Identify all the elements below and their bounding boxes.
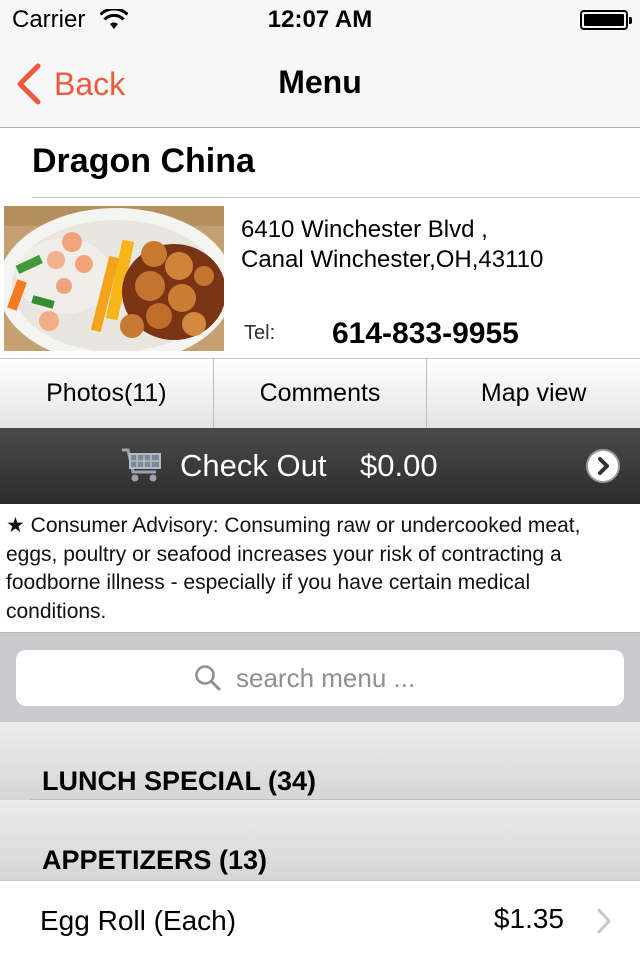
chevron-right-icon: [597, 908, 611, 934]
checkout-label: Check Out: [180, 448, 327, 483]
divider: [32, 197, 640, 198]
tab-photos[interactable]: Photos(11): [0, 359, 214, 428]
address-line-1: 6410 Winchester Blvd ,: [241, 216, 488, 243]
restaurant-name: Dragon China: [32, 142, 255, 180]
tab-map-view[interactable]: Map view: [427, 359, 640, 428]
phone-number-link[interactable]: 614-833-9955: [332, 317, 519, 351]
restaurant-photo[interactable]: [4, 206, 224, 351]
checkout-button[interactable]: Check Out $0.00: [0, 428, 640, 504]
info-tabs: Photos(11) Comments Map view: [0, 358, 640, 428]
tab-comments[interactable]: Comments: [214, 359, 428, 428]
search-icon: [195, 665, 221, 691]
section-label: APPETIZERS (13): [42, 845, 268, 875]
menu-item-price: $1.35: [493, 903, 564, 934]
navigation-bar: Back Menu: [0, 40, 640, 128]
chevron-right-circle-icon: [586, 449, 620, 483]
search-input[interactable]: [236, 662, 446, 694]
food-dish-image: [4, 206, 224, 351]
battery-icon: [580, 10, 632, 30]
search-bar: [0, 632, 640, 722]
section-appetizers[interactable]: APPETIZERS (13): [0, 800, 640, 880]
consumer-advisory: ★ Consumer Advisory: Consuming raw or un…: [6, 514, 581, 623]
page-title: Menu: [278, 64, 362, 100]
checkout-amount: $0.00: [360, 448, 438, 483]
section-label: LUNCH SPECIAL (34): [42, 766, 317, 796]
menu-item-name: Egg Roll (Each): [40, 905, 237, 936]
search-box[interactable]: [16, 650, 624, 706]
status-bar: Carrier 12:07 AM: [0, 0, 640, 40]
menu-item-row[interactable]: Egg Roll (Each) $1.35: [0, 880, 640, 960]
tel-label: Tel:: [244, 322, 276, 344]
section-lunch-special[interactable]: LUNCH SPECIAL (34): [0, 722, 640, 800]
address-line-2: Canal Winchester,OH,43110: [241, 246, 544, 273]
clock: 12:07 AM: [267, 6, 373, 33]
cart-icon: [122, 448, 161, 482]
